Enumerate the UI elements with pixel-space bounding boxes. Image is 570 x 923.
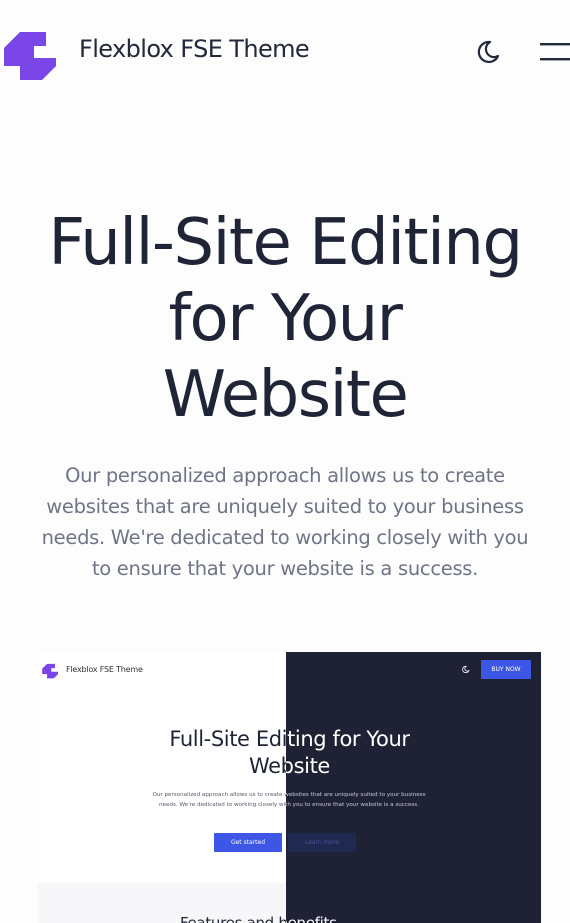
preview-title-line: Full-Site Editing for Your <box>286 727 410 751</box>
hero-title-line: Website <box>162 358 409 432</box>
preview-title-line: Website <box>286 754 330 778</box>
preview-content-light: Full-Site Editing for Your Website Our p… <box>38 652 286 923</box>
preview-description: Our personalized approach allows us to c… <box>286 792 426 808</box>
preview-title: Full-Site Editing for Your Website <box>286 726 541 780</box>
hero-title: Full-Site Editing for Your Website <box>0 205 570 433</box>
preview-content-dark: Full-Site Editing for Your Website Our p… <box>286 652 541 923</box>
preview-features-heading: Features and benefits <box>286 914 337 923</box>
theme-preview-image: Flexblox FSE Theme BUY NOW Full-Site Edi… <box>38 652 541 923</box>
preview-title-line: Website <box>249 754 286 778</box>
preview-features-heading: Features and benefits <box>180 914 286 923</box>
preview-title-line: Full-Site Editing for Your <box>169 727 286 751</box>
preview-title: Full-Site Editing for Your Website <box>38 726 286 780</box>
site-title[interactable]: Flexblox FSE Theme <box>79 35 310 63</box>
hero-title-line: for Your <box>168 282 403 356</box>
preview-description: Our personalized approach allows us to c… <box>152 792 286 808</box>
hero-title-line: Full-Site Editing <box>48 206 523 280</box>
hamburger-menu-icon <box>540 43 570 61</box>
hero-description: Our personalized approach allows us to c… <box>41 464 529 580</box>
preview-learn-more-button[interactable]: Learn more <box>288 833 356 852</box>
moon-icon <box>477 40 500 63</box>
menu-button[interactable] <box>538 40 570 64</box>
preview-get-started-button[interactable]: Get started <box>214 833 282 852</box>
flexblox-logo-icon[interactable] <box>0 26 56 82</box>
theme-toggle-button[interactable] <box>474 38 502 66</box>
